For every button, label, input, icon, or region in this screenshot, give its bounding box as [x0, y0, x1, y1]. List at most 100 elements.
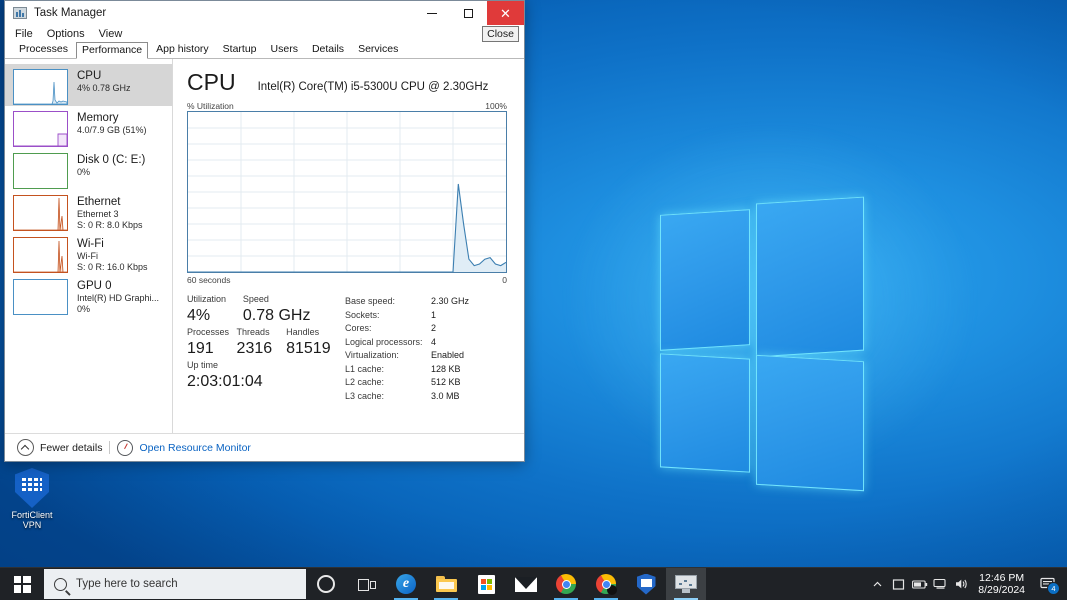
- spec-value: 2.30 GHz: [431, 296, 470, 306]
- window-titlebar[interactable]: Task Manager ✕ Close: [5, 1, 524, 42]
- spec-row: Virtualization: Enabled: [345, 349, 469, 363]
- windows-taskbar: Type here to search e 12:46 PM 8/29/2024…: [0, 567, 1067, 600]
- ethernet-thumbnail-graph: [13, 195, 68, 231]
- menu-bar: File Options View: [5, 25, 524, 42]
- tab-strip: Processes Performance App history Startu…: [5, 42, 524, 59]
- sidebar-item-ethernet[interactable]: Ethernet Ethernet 3 S: 0 R: 8.0 Kbps: [5, 190, 172, 232]
- cpu-detail-panel: CPU Intel(R) Core(TM) i5-5300U CPU @ 2.3…: [173, 59, 524, 435]
- label-speed: Speed: [242, 294, 269, 304]
- tab-details[interactable]: Details: [306, 41, 350, 58]
- spec-row: Sockets: 1: [345, 309, 469, 323]
- minimize-button[interactable]: [413, 1, 450, 25]
- spec-key: L2 cache:: [345, 377, 385, 387]
- network-icon[interactable]: [930, 568, 951, 600]
- spec-key: Cores:: [345, 323, 372, 333]
- value-handles: 81519: [286, 340, 331, 357]
- spec-value: 3.0 MB: [431, 390, 460, 401]
- taskbar-clock[interactable]: 12:46 PM 8/29/2024: [972, 572, 1033, 596]
- system-tray: 12:46 PM 8/29/2024 4: [867, 568, 1067, 600]
- tab-performance[interactable]: Performance: [76, 42, 149, 59]
- sidebar-sub2-gpu: 0%: [77, 304, 91, 314]
- graph-x-labels: 60 seconds 0: [187, 275, 507, 285]
- resource-sidebar: CPU 4% 0.78 GHz Memory 4.0/7.9 GB (51%): [5, 59, 173, 435]
- label-uptime: Up time: [187, 360, 219, 370]
- search-icon: [54, 577, 67, 591]
- value-uptime: 2:03:01:04: [187, 373, 263, 390]
- chrome-icon-2[interactable]: [586, 568, 626, 600]
- spec-key: Sockets:: [345, 309, 380, 320]
- mail-icon[interactable]: [506, 568, 546, 600]
- cpu-stats-left: Utilization 4% Speed 0.78 GHz Processes …: [187, 293, 339, 403]
- battery-icon[interactable]: [909, 568, 930, 600]
- sidebar-label-disk: Disk 0 (C: E:): [77, 154, 146, 166]
- volume-icon[interactable]: [951, 568, 972, 600]
- cpu-model-name: Intel(R) Core(TM) i5-5300U CPU @ 2.30GHz: [257, 81, 489, 93]
- sidebar-item-memory[interactable]: Memory 4.0/7.9 GB (51%): [5, 106, 172, 148]
- spec-row: L3 cache: 3.0 MB: [345, 390, 469, 404]
- cpu-spec-list: Base speed: 2.30 GHz Sockets: 1 Cores: 2 Lo…: [345, 293, 469, 403]
- task-manager-taskbar-icon[interactable]: [666, 568, 706, 600]
- tab-services[interactable]: Services: [352, 41, 404, 58]
- notification-center-icon[interactable]: 4: [1033, 568, 1063, 600]
- graph-axis-labels: % Utilization 100%: [187, 101, 507, 111]
- sidebar-label-wifi: Wi-Fi: [77, 238, 104, 250]
- tab-processes[interactable]: Processes: [13, 41, 74, 58]
- sidebar-item-disk[interactable]: Disk 0 (C: E:) 0%: [5, 148, 172, 190]
- statusbar-divider: [109, 441, 111, 454]
- sidebar-item-gpu[interactable]: GPU 0 Intel(R) HD Graphi... 0%: [5, 274, 172, 316]
- fewer-details-button[interactable]: Fewer details: [17, 439, 102, 456]
- wifi-thumbnail-graph: [13, 237, 68, 273]
- sidebar-item-wifi[interactable]: Wi-Fi Wi-Fi S: 0 R: 16.0 Kbps: [5, 232, 172, 274]
- cpu-heading: CPU: [187, 69, 236, 95]
- sidebar-sub-memory: 4.0/7.9 GB (51%): [77, 125, 147, 135]
- maximize-button[interactable]: [450, 1, 487, 25]
- tab-users[interactable]: Users: [265, 41, 304, 58]
- spec-value: 4: [431, 336, 437, 347]
- spec-value: 1: [431, 309, 437, 320]
- sidebar-sub2-wifi: S: 0 R: 16.0 Kbps: [77, 262, 148, 272]
- sidebar-label-memory: Memory: [77, 112, 119, 124]
- open-resource-monitor-link[interactable]: Open Resource Monitor: [117, 439, 251, 456]
- desktop-shortcut-forticlient-vpn[interactable]: FortiClient VPN: [3, 468, 61, 530]
- close-button[interactable]: ✕: [487, 1, 524, 25]
- value-utilization: 4%: [187, 307, 211, 324]
- spec-row: Base speed: 2.30 GHz: [345, 295, 469, 309]
- spec-value: 2: [431, 323, 437, 333]
- onedrive-icon[interactable]: [888, 568, 909, 600]
- shortcut-label-line2: VPN: [22, 520, 42, 530]
- disk-thumbnail-graph: [13, 153, 68, 189]
- spec-row: Logical processors: 4: [345, 336, 469, 350]
- window-title: Task Manager: [34, 7, 107, 19]
- show-hidden-icons-chevron[interactable]: [867, 568, 888, 600]
- tab-app-history[interactable]: App history: [150, 41, 215, 58]
- notification-badge: 4: [1047, 582, 1060, 595]
- menu-view[interactable]: View: [99, 28, 132, 40]
- gpu-thumbnail-graph: [13, 279, 68, 315]
- spec-value: 128 KB: [431, 363, 461, 374]
- label-threads: Threads: [236, 327, 270, 337]
- cpu-utilization-graph[interactable]: [187, 111, 507, 273]
- sidebar-label-gpu: GPU 0: [77, 280, 112, 292]
- task-manager-body: CPU 4% 0.78 GHz Memory 4.0/7.9 GB (51%): [5, 59, 524, 435]
- menu-file[interactable]: File: [15, 28, 42, 40]
- chrome-icon[interactable]: [546, 568, 586, 600]
- microsoft-store-icon[interactable]: [466, 568, 506, 600]
- value-threads: 2316: [236, 340, 273, 357]
- file-explorer-icon[interactable]: [426, 568, 466, 600]
- forticlient-icon[interactable]: [626, 568, 666, 600]
- tab-startup[interactable]: Startup: [217, 41, 263, 58]
- chevron-up-icon: [17, 439, 34, 456]
- edge-icon[interactable]: e: [386, 568, 426, 600]
- spec-key: Logical processors:: [345, 336, 423, 347]
- cpu-thumbnail-graph: [13, 69, 68, 105]
- spec-key: Base speed:: [345, 296, 396, 306]
- sidebar-item-cpu[interactable]: CPU 4% 0.78 GHz: [5, 64, 172, 106]
- fewer-details-label: Fewer details: [40, 441, 103, 454]
- search-input[interactable]: Type here to search: [44, 569, 306, 599]
- menu-options[interactable]: Options: [47, 28, 94, 40]
- cortana-icon[interactable]: [306, 568, 346, 600]
- windows-start-icon[interactable]: [0, 568, 44, 600]
- task-manager-window: Task Manager ✕ Close File Options View P…: [4, 0, 525, 462]
- sidebar-sub-wifi: Wi-Fi: [77, 251, 98, 261]
- task-view-icon[interactable]: [346, 568, 386, 600]
